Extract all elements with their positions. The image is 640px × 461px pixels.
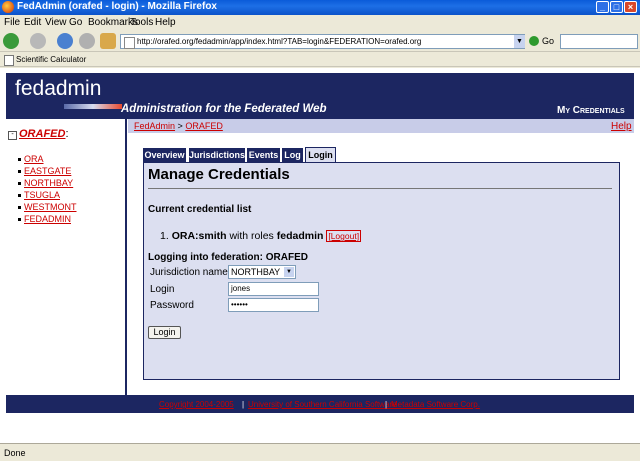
federation-colon: :	[65, 128, 69, 140]
credential-with-roles: with roles	[229, 230, 274, 242]
current-list-heading: Current credential list	[148, 204, 252, 215]
close-button[interactable]: ×	[624, 1, 637, 13]
menu-help[interactable]: Help	[155, 17, 176, 28]
sidebar-item-label: EASTGATE	[24, 166, 72, 176]
window-title-bar[interactable]: FedAdmin (orafed - login) - Mozilla Fire…	[0, 0, 640, 15]
minimize-button[interactable]: _	[596, 1, 609, 13]
bullet-icon	[18, 218, 21, 221]
tab-log[interactable]: Log	[282, 148, 303, 162]
page-icon	[124, 37, 135, 49]
credential-entry: 1. ORA:smith with roles fedadmin [Logout…	[160, 230, 362, 242]
breadcrumb-separator: >	[177, 121, 183, 131]
sidebar-item-label: FEDADMIN	[24, 214, 71, 224]
menu-edit[interactable]: Edit	[24, 17, 41, 28]
jurisdiction-label: Jurisdiction name	[150, 267, 228, 278]
login-button[interactable]: Login	[148, 326, 181, 339]
bookmarks-toolbar: Scientific Calculator	[0, 53, 640, 67]
password-label: Password	[150, 300, 194, 311]
sidebar-item-label: TSUGLA	[24, 190, 61, 200]
search-input[interactable]	[560, 34, 638, 49]
breadcrumb: FedAdmin > ORAFED	[134, 121, 223, 131]
bullet-icon	[18, 158, 21, 161]
bullet-icon	[18, 206, 21, 209]
footer-copyright-link[interactable]: Copyright 2004-2005	[159, 400, 234, 409]
federation-link[interactable]: ORAFED	[19, 128, 65, 140]
login-label: Login	[150, 284, 175, 295]
password-input[interactable]: ••••••	[228, 298, 319, 312]
footer-company-link[interactable]: Metadata Software Corp.	[391, 400, 480, 409]
menu-view[interactable]: View	[45, 17, 67, 28]
reload-icon[interactable]	[57, 33, 73, 49]
jurisdiction-select[interactable]: NORTHBAY ▼	[228, 265, 296, 279]
sidebar-item-label: WESTMONT	[24, 202, 77, 212]
firefox-icon	[2, 1, 14, 13]
back-icon[interactable]	[3, 33, 19, 49]
go-arrow-icon	[529, 36, 539, 46]
credential-user: ORA:smith	[171, 230, 227, 242]
credential-role: fedadmin	[276, 230, 324, 242]
menu-tools[interactable]: Tools	[130, 17, 153, 28]
status-text: Done	[4, 448, 26, 458]
bookmark-scientific-calculator[interactable]: Scientific Calculator	[16, 55, 86, 64]
tab-overview[interactable]: Overview	[143, 148, 186, 162]
go-button[interactable]: Go	[528, 35, 556, 48]
sidebar-item-westmont[interactable]: WESTMONT	[18, 202, 77, 212]
url-text: http://orafed.org/fedadmin/app/index.htm…	[137, 37, 422, 46]
sidebar-item-eastgate[interactable]: EASTGATE	[18, 166, 72, 176]
bullet-icon	[18, 194, 21, 197]
site-tagline: Administration for the Federated Web	[121, 103, 327, 115]
login-input[interactable]: jones	[228, 282, 319, 296]
url-bar[interactable]: http://orafed.org/fedadmin/app/index.htm…	[120, 34, 525, 49]
footer-usc-link[interactable]: University of Southern California Softwa…	[248, 400, 397, 409]
sidebar-item-label: NORTHBAY	[24, 178, 74, 188]
footer-separator: |	[242, 400, 245, 409]
stop-icon[interactable]	[79, 33, 95, 49]
sidebar-item-label: ORA	[24, 154, 44, 164]
tab-login[interactable]: Login	[305, 147, 336, 163]
breadcrumb-orafed[interactable]: ORAFED	[185, 121, 223, 131]
credential-index: 1.	[160, 230, 169, 242]
my-credentials-link[interactable]: My Credentials	[557, 105, 625, 116]
panel-title: Manage Credentials	[148, 166, 290, 183]
site-footer: Copyright 2004-2005 | University of Sout…	[6, 395, 634, 413]
breadcrumb-fedadmin[interactable]: FedAdmin	[134, 121, 175, 131]
footer-separator: |	[385, 400, 388, 409]
sidebar-item-tsugla[interactable]: TSUGLA	[18, 190, 61, 200]
collapse-toggle-icon[interactable]: -	[8, 131, 17, 140]
jurisdiction-value: NORTHBAY	[231, 267, 281, 277]
chevron-down-icon: ▼	[284, 267, 294, 277]
sidebar-federation-heading: - ORAFED:	[8, 128, 69, 140]
menu-file[interactable]: File	[4, 17, 20, 28]
home-icon[interactable]	[100, 33, 116, 49]
logo-swoosh	[64, 104, 122, 109]
sidebar-item-fedadmin[interactable]: FEDADMIN	[18, 214, 71, 224]
login-heading: Logging into federation: ORAFED	[148, 252, 308, 263]
forward-icon[interactable]	[30, 33, 46, 49]
site-logo: fedadmin	[15, 77, 102, 100]
go-label: Go	[542, 36, 555, 46]
url-dropdown-button[interactable]: ▼	[514, 35, 525, 48]
maximize-button[interactable]: □	[610, 1, 623, 13]
bullet-icon	[18, 182, 21, 185]
panel-divider	[148, 188, 612, 189]
status-bar: Done	[0, 443, 640, 461]
menu-go[interactable]: Go	[69, 17, 82, 28]
window-title: FedAdmin (orafed - login) - Mozilla Fire…	[17, 1, 217, 12]
bullet-icon	[18, 170, 21, 173]
tab-events[interactable]: Events	[247, 148, 280, 162]
sidebar-item-ora[interactable]: ORA	[18, 154, 44, 164]
bookmark-page-icon	[4, 55, 14, 66]
logout-link[interactable]: [Logout]	[326, 230, 362, 242]
menu-bar: File Edit View Go Bookmarks Tools Help	[0, 15, 640, 30]
help-link[interactable]: Help	[611, 121, 632, 132]
tab-jurisdictions[interactable]: Jurisdictions	[189, 148, 245, 162]
sidebar-item-northbay[interactable]: NORTHBAY	[18, 178, 74, 188]
